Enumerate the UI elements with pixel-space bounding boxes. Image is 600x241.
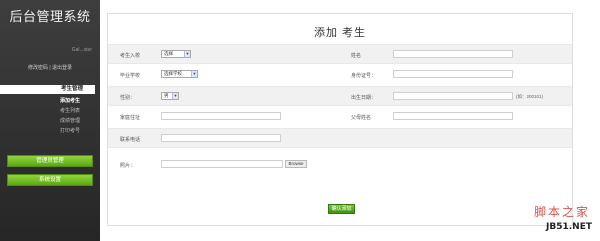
- chevron-down-icon: ▼: [191, 71, 197, 77]
- watermark-text: 脚本之家: [533, 205, 590, 219]
- enroll-label: 考生入校: [120, 53, 141, 59]
- phone-input[interactable]: [161, 134, 281, 142]
- system-title: 后台管理系统: [9, 10, 91, 25]
- school-label: 毕业学校: [120, 73, 141, 79]
- submit-button[interactable]: 确认添加: [328, 204, 355, 214]
- enroll-select[interactable]: 选择 ▼: [161, 50, 191, 58]
- submenu-add-student[interactable]: 添加考生: [0, 97, 80, 105]
- admin-management-button[interactable]: 管理员管理: [7, 155, 93, 167]
- chevron-down-icon: ▼: [184, 51, 190, 57]
- birth-date-label: 出生日期：: [351, 95, 377, 101]
- sidebar: 后台管理系统 Gal...ster 修改密码 | 退出登录 考生管理 添加考生 …: [0, 0, 100, 241]
- watermark-url: JB51.NET: [546, 222, 592, 232]
- submenu-student-list[interactable]: 考生列表: [0, 107, 80, 115]
- id-card-input[interactable]: [393, 70, 513, 78]
- form-row-4: 家庭住址 父母姓名: [108, 107, 572, 127]
- browse-button[interactable]: Browse: [285, 160, 307, 168]
- photo-file-input[interactable]: [161, 160, 283, 168]
- chevron-down-icon: ▼: [172, 93, 178, 99]
- name-input[interactable]: [393, 50, 513, 58]
- photo-label: 照片：: [120, 163, 136, 169]
- form-row-2: 毕业学校 选择学校 ▼ 身份证号：: [108, 65, 572, 85]
- birth-date-input[interactable]: [393, 92, 513, 100]
- user-name: Gal...ster: [71, 47, 92, 53]
- form-row-3: 性别： 男 ▼ 出生日期： (如：200101): [108, 86, 572, 106]
- parents-input[interactable]: [393, 112, 513, 120]
- gender-select[interactable]: 男 ▼: [161, 92, 179, 100]
- submenu-score-management[interactable]: 成绩管理: [0, 117, 80, 125]
- phone-label: 联系电话: [120, 137, 141, 143]
- form-row-6: 照片： Browse: [108, 155, 572, 175]
- system-settings-button[interactable]: 系统设置: [7, 174, 93, 186]
- menu-item-student-management[interactable]: 考生管理: [0, 85, 95, 94]
- address-input[interactable]: [161, 112, 281, 120]
- gender-label: 性别：: [120, 95, 136, 101]
- main-panel: 添加 考生 考生入校 选择 ▼ 姓名 毕业学校 选择学校 ▼ 身份证号： 性别：…: [107, 13, 573, 226]
- form-row-1: 考生入校 选择 ▼ 姓名: [108, 44, 572, 64]
- user-links[interactable]: 修改密码 | 退出登录: [0, 64, 100, 71]
- submenu-print-number[interactable]: 打印考号: [0, 127, 80, 135]
- address-label: 家庭住址: [120, 115, 141, 121]
- school-select[interactable]: 选择学校 ▼: [161, 70, 198, 78]
- page-title: 添加 考生: [313, 27, 367, 39]
- form-row-5: 联系电话: [108, 128, 572, 148]
- birth-date-hint: (如：200101): [516, 94, 544, 99]
- parents-label: 父母姓名: [351, 115, 372, 121]
- name-label: 姓名: [351, 53, 362, 59]
- id-card-label: 身份证号：: [351, 73, 377, 79]
